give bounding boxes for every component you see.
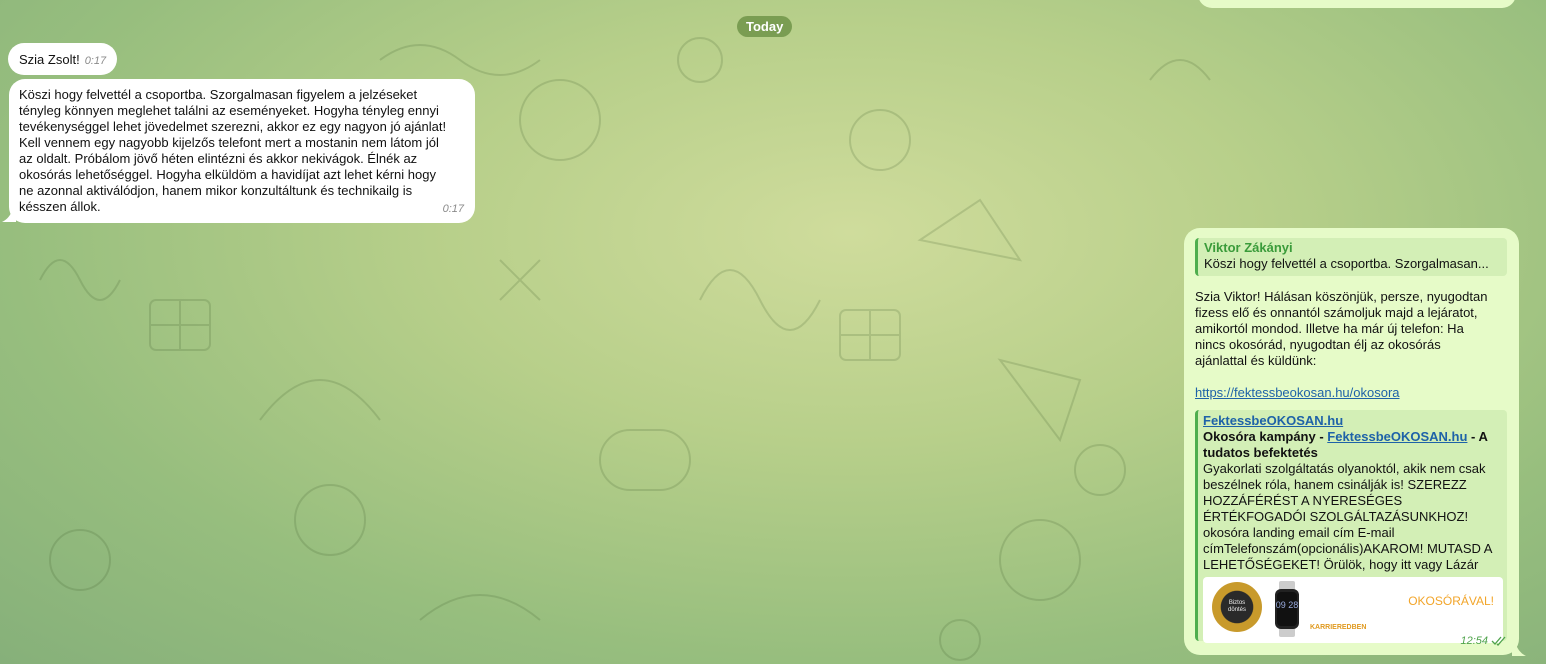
reply-snippet: Köszi hogy felvettél a csoportba. Szorga… — [1204, 256, 1489, 271]
preview-description: Gyakorlati szolgáltatás olyanoktól, akik… — [1203, 461, 1492, 572]
message-line: az oldalt. Próbálom jövő héten elintézni… — [19, 151, 418, 166]
message-line: Kell vennem egy nagyobb kijelzős telefon… — [19, 135, 439, 150]
watch-time-hours: 09 28 — [1276, 600, 1299, 610]
reply-author: Viktor Zákányi — [1204, 240, 1293, 255]
incoming-message-long[interactable]: Köszi hogy felvettél a csoportba. Szorga… — [9, 79, 475, 223]
message-line: tényleg könnyen meglehet találni az esem… — [19, 103, 439, 118]
gold-badge-icon: Biztos döntés — [1212, 582, 1262, 632]
reply-quote[interactable]: Viktor Zákányi Köszi hogy felvettél a cs… — [1195, 238, 1507, 276]
previous-outgoing-message-stub — [1198, 0, 1516, 8]
message-body: Szia Viktor! Hálásan köszönjük, persze, … — [1195, 289, 1507, 401]
message-link[interactable]: https://fektessbeokosan.hu/okosora — [1195, 385, 1400, 400]
message-line: tevékenységgel lehet jövedelmet szerezni… — [19, 119, 447, 134]
badge-text: Biztos döntés — [1227, 600, 1246, 613]
message-line: késszen állok. — [19, 199, 101, 214]
message-text: Szia Zsolt! — [19, 52, 80, 67]
message-time: 12:54 — [1460, 635, 1488, 647]
outgoing-bubble-tail — [1512, 644, 1526, 656]
message-time: 0:17 — [84, 55, 107, 67]
message-line: nincs okosórád, nyugodtan élj az okosórá… — [1195, 337, 1441, 352]
message-meta: 12:54 — [1460, 633, 1507, 649]
preview-title-prefix: Okosóra kampány - — [1203, 429, 1328, 444]
message-line: Köszi hogy felvettél a csoportba. Szorga… — [19, 87, 418, 102]
double-check-icon — [1491, 636, 1506, 646]
outgoing-message[interactable]: Viktor Zákányi Köszi hogy felvettél a cs… — [1184, 228, 1519, 655]
incoming-message-greeting[interactable]: Szia Zsolt! 0:17 — [8, 43, 118, 75]
link-preview[interactable]: FektessbeOKOSAN.hu Okosóra kampány - Fek… — [1195, 410, 1507, 643]
message-line: ajánlattal és küldünk: — [1195, 353, 1317, 368]
message-line: fizess elő és onnantól számoljuk majd a … — [1195, 305, 1478, 320]
preview-title-link[interactable]: FektessbeOKOSAN.hu — [1327, 429, 1467, 444]
smartwatch-icon: 09 28 — [1275, 581, 1299, 637]
message-line: ne azonnal aktiválódjon, hanem mikor kon… — [19, 183, 413, 198]
preview-image[interactable]: Biztos döntés 09 28 KARRIEREDBEN OKOSÓRÁ… — [1203, 577, 1503, 643]
message-line: amikortól mondod. Illetve ha már új tele… — [1195, 321, 1464, 336]
message-time: 0:17 — [442, 203, 464, 215]
preview-career-text: KARRIEREDBEN — [1310, 624, 1367, 631]
preview-promo-text: OKOSÓRÁVAL! — [1408, 594, 1494, 608]
message-line: Szia Viktor! Hálásan köszönjük, persze, … — [1195, 289, 1488, 304]
date-divider: Today — [737, 16, 793, 37]
preview-title: Okosóra kampány - FektessbeOKOSAN.hu - A… — [1203, 429, 1502, 461]
preview-site-name[interactable]: FektessbeOKOSAN.hu — [1203, 413, 1343, 428]
message-line: okosórás lehetőséggel. Hogyha elküldöm a… — [19, 167, 436, 182]
incoming-bubble-tail — [2, 210, 16, 222]
